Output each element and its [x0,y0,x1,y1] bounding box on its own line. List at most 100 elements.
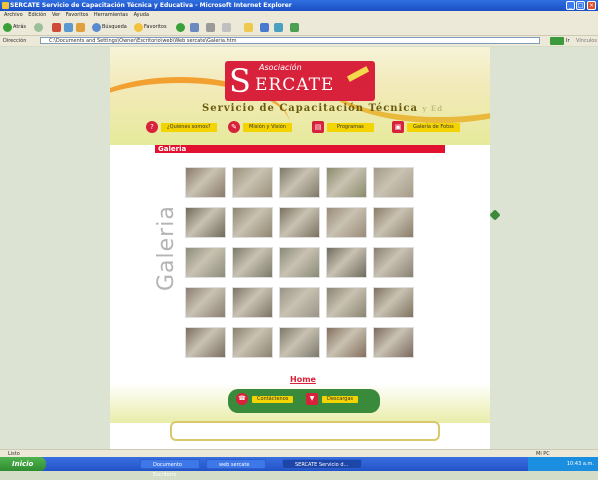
site-logo[interactable]: S Asociación ERCATE [225,61,375,101]
window-titlebar: SERCATE Servicio de Capacitación Técnica… [0,0,598,11]
go-button[interactable] [550,37,564,45]
tools-icon [290,22,299,32]
edit-icon [222,22,231,32]
mail-button[interactable] [190,22,199,32]
research-icon [274,22,283,32]
gallery-photo-thumb[interactable] [185,167,226,198]
photo-grid [185,167,425,358]
gallery-photo-thumb[interactable] [373,167,414,198]
nav-label: Programas [327,122,374,132]
gallery-photo-thumb[interactable] [279,287,320,318]
menu-ver[interactable]: Ver [52,12,60,18]
nav-galeria-fotos[interactable]: ▣ Galería de Fotos [392,121,460,133]
gallery-photo-thumb[interactable] [185,287,226,318]
question-icon: ? [146,121,158,133]
nav-label: Galería de Fotos [407,122,460,132]
gallery-photo-thumb[interactable] [326,247,367,278]
gallery-photo-thumb[interactable] [326,287,367,318]
gallery-photo-thumb[interactable] [279,207,320,238]
gallery-photo-thumb[interactable] [232,287,273,318]
taskbar: Inicio Documento Escritorio web sercate … [0,457,598,478]
book-icon: ▤ [312,121,324,133]
clock: 10:43 a.m. [566,461,594,467]
minimize-button[interactable]: _ [566,1,575,10]
gallery-photo-thumb[interactable] [279,167,320,198]
folder-icon [244,22,253,32]
back-button[interactable]: Atrás [3,22,26,32]
menu-ayuda[interactable]: Ayuda [134,12,149,18]
messenger-button[interactable] [260,22,269,32]
gallery-photo-thumb[interactable] [373,247,414,278]
favorites-label: Favoritos [144,24,167,30]
nav-label: Misión y Visión [243,122,292,132]
home-icon [76,22,85,32]
favorites-button[interactable]: Favoritos [134,22,167,32]
download-icon: ▼ [306,393,318,405]
nav-mision-vision[interactable]: ✎ Misión y Visión [228,121,292,133]
nav-quienes-somos[interactable]: ? ¿Quiénes somos? [146,121,217,133]
gallery-photo-thumb[interactable] [373,207,414,238]
gallery-photo-thumb[interactable] [232,327,273,358]
search-button[interactable]: Búsqueda [92,22,127,32]
refresh-button[interactable] [64,22,73,32]
menu-herramientas[interactable]: Herramientas [94,12,128,18]
gallery-photo-thumb[interactable] [373,287,414,318]
gallery-photo-thumb[interactable] [279,327,320,358]
folder-button[interactable] [244,22,253,32]
history-button[interactable] [176,22,185,32]
home-link[interactable]: Home [290,375,316,384]
print-icon [206,22,215,32]
address-bar: Dirección C:\Documents and Settings\Owne… [0,36,598,46]
address-input[interactable]: C:\Documents and Settings\Owner\Escritor… [40,37,540,44]
close-button[interactable]: × [587,1,596,10]
refresh-icon [64,22,73,32]
gallery-photo-thumb[interactable] [326,327,367,358]
research-button[interactable] [274,22,283,32]
stop-button[interactable] [52,22,61,32]
gallery-vertical-label: Galeria [154,205,179,291]
gallery-photo-thumb[interactable] [232,247,273,278]
nav-programas[interactable]: ▤ Programas [312,121,374,133]
logo-s: S [229,62,251,100]
menu-bar: Archivo Edición Ver Favoritos Herramient… [0,11,598,19]
menu-edicion[interactable]: Edición [28,12,46,18]
browser-viewport: S Asociación ERCATE Servicio de Capacita… [0,47,598,449]
maximize-button[interactable]: □ [576,1,585,10]
stop-icon [52,22,61,32]
home-button[interactable] [76,22,85,32]
footer-descargas[interactable]: Descargas [322,396,359,403]
star-icon [134,22,143,32]
gallery-photo-thumb[interactable] [232,167,273,198]
gallery-photo-thumb[interactable] [185,207,226,238]
search-icon [92,22,101,32]
back-arrow-icon [3,22,12,32]
forward-button[interactable] [34,22,43,32]
print-button[interactable] [206,22,215,32]
taskbar-item-active[interactable]: SERCATE Servicio d... [282,459,362,469]
menu-favoritos[interactable]: Favoritos [66,12,89,18]
gallery-photo-thumb[interactable] [326,207,367,238]
footer-box [170,421,440,441]
taskbar-item[interactable]: web sercate [206,459,266,469]
pen-icon: ✎ [228,121,240,133]
gallery-photo-thumb[interactable] [326,167,367,198]
edit-button[interactable] [222,22,231,32]
address-label: Dirección [3,38,27,44]
nav-label: ¿Quiénes somos? [161,122,217,132]
links-label[interactable]: Vínculos [576,36,597,46]
gallery-photo-thumb[interactable] [232,207,273,238]
menu-archivo[interactable]: Archivo [4,12,23,18]
gallery-photo-thumb[interactable] [185,247,226,278]
subtitle-text: Servicio de Capacitación Técnica [202,103,418,114]
site-header: S Asociación ERCATE Servicio de Capacita… [110,47,490,145]
tools-button[interactable] [290,22,299,32]
footer-contactenos[interactable]: Contáctenos [252,396,294,403]
start-button[interactable]: Inicio [0,457,46,471]
gallery-photo-thumb[interactable] [373,327,414,358]
camera-icon: ▣ [392,121,404,133]
gallery-photo-thumb[interactable] [185,327,226,358]
gallery-photo-thumb[interactable] [279,247,320,278]
messenger-icon [260,22,269,32]
browser-toolbar: Atrás Búsqueda Favoritos [0,19,598,36]
taskbar-item[interactable]: Documento Escritorio [140,459,200,478]
